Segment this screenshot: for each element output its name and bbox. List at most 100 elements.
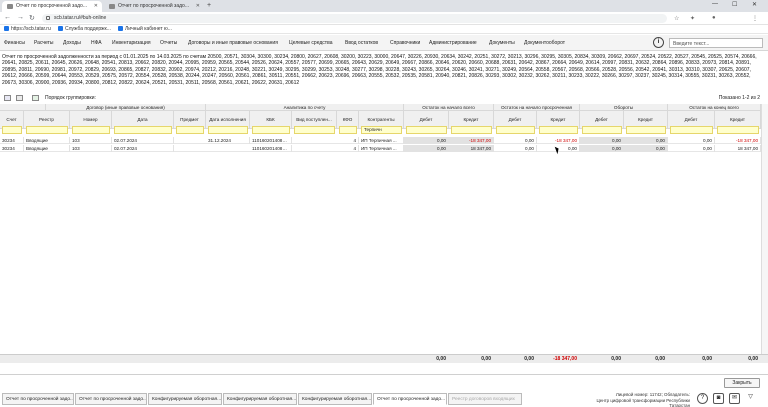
filter-input[interactable] (2, 126, 22, 134)
filter-input[interactable] (176, 126, 204, 134)
filter-input[interactable] (339, 126, 357, 134)
browser-tab-1[interactable]: Отчет по просроченной задо... ✕ (2, 1, 102, 12)
filter-input[interactable] (208, 126, 248, 134)
favicon-icon (7, 4, 13, 9)
new-tab-icon[interactable]: + (207, 2, 211, 9)
mail-icon[interactable]: ✉ (729, 393, 740, 404)
filter-input[interactable] (406, 126, 447, 134)
chevron-down-icon[interactable]: ▽ (745, 393, 756, 404)
menu-item-balances-input[interactable]: Ввод остатков (345, 40, 378, 46)
close-tab-icon[interactable]: ✕ (94, 3, 98, 9)
cell-amount: -18 347,00 (449, 137, 494, 144)
user-info: Лицевой номер: 11742; Обладатель: Центр … (580, 392, 690, 407)
help-icon[interactable]: ? (697, 393, 708, 404)
filter-input[interactable] (114, 126, 172, 134)
grouping-label[interactable]: Порядок группировки: (45, 95, 96, 101)
cell-registry: Вводящие (24, 137, 70, 144)
window-tab-active[interactable]: Отчет по просроченной задо... (373, 393, 447, 405)
close-window-icon[interactable]: ✕ (752, 1, 757, 8)
profile-icon[interactable]: ● (712, 15, 716, 21)
filter-input[interactable] (670, 126, 713, 134)
close-button[interactable]: Закрыть (724, 378, 760, 388)
menu-item-reports[interactable]: Отчеты (160, 40, 177, 46)
filter-input[interactable] (626, 126, 666, 134)
close-tab-icon[interactable]: ✕ (196, 3, 200, 9)
menu-item-contracts[interactable]: Договоры и иные правовые основания (188, 40, 278, 46)
cell-date: 02.07.2024 (112, 137, 174, 144)
export-icon[interactable] (16, 95, 23, 101)
url-text: scb.tatar.ru/#buh-online (54, 15, 107, 21)
table-row[interactable]: 30234 Вводящие 103 02.07.2024 1101602014… (0, 145, 768, 152)
totals-row: 0,00 0,00 0,00 -18 347,00 0,00 0,00 0,00… (0, 354, 768, 363)
shown-count: Показано 1-2 из 2 (718, 95, 760, 101)
vertical-scrollbar[interactable] (761, 104, 768, 363)
menu-item-inventory[interactable]: Инвентаризация (112, 40, 151, 46)
window-tab[interactable]: Отчет по просроченной задо... (2, 393, 74, 405)
table-row[interactable]: 30234 Вводящие 103 02.07.2024 31.12.2024… (0, 137, 768, 144)
window-tab[interactable]: Конфигурируемая оборотная... (223, 393, 297, 405)
group-header-closing-total: Остаток на конец всего (668, 104, 761, 111)
browser-tab-bar: Отчет по просроченной задо... ✕ Отчет по… (0, 0, 768, 12)
cell-kfo: 4 (337, 145, 359, 152)
window-tab[interactable]: Конфигурируемая оборотная... (148, 393, 222, 405)
bookmark-icon (58, 26, 63, 31)
user-info-line: Центр цифровой трансформации Республики … (596, 397, 690, 407)
browser-menu-icon[interactable]: ⋮ (752, 15, 758, 22)
camera-icon[interactable]: ◙ (713, 393, 724, 404)
search-input[interactable]: Введите текст... (669, 38, 763, 48)
report-title: Отчет по просроченной задолженности за п… (2, 54, 757, 86)
cell-due-date: 31.12.2024 (206, 137, 250, 144)
menu-item-references[interactable]: Справочники (390, 40, 420, 46)
browser-tab-label: Отчет по просроченной задо... (16, 3, 87, 9)
filter-input[interactable] (252, 126, 290, 134)
grid-settings-icon[interactable] (4, 95, 11, 101)
window-tab[interactable]: Конфигурируемая оборотная... (298, 393, 372, 405)
info-icon[interactable]: i (653, 37, 664, 48)
total-value: 0,00 (524, 356, 534, 362)
url-field[interactable]: scb.tatar.ru/#buh-online (42, 14, 667, 23)
filter-input[interactable] (582, 126, 622, 134)
filter-input[interactable] (539, 126, 578, 134)
cell-kfo: 4 (337, 137, 359, 144)
favicon-icon (109, 4, 115, 9)
filter-input[interactable] (72, 126, 110, 134)
extensions-icon[interactable]: ✦ (690, 15, 695, 22)
data-grid: Договор (иные правовые основания) Аналит… (0, 104, 768, 354)
menu-item-income[interactable]: Доходы (63, 40, 81, 46)
window-tab-disabled[interactable]: Реестр договоров входящих (448, 393, 522, 405)
cell-amount: 0,00 (624, 145, 668, 152)
menu-item-target-funds[interactable]: Целевые средства (289, 40, 332, 46)
grid-toolbar: Порядок группировки: Показано 1-2 из 2 (0, 94, 768, 103)
minimize-icon[interactable]: — (712, 1, 718, 7)
filter-input[interactable] (26, 126, 68, 134)
menu-item-settlements[interactable]: Расчеты (34, 40, 54, 46)
cell-kbk: 11016020140821... (252, 137, 292, 144)
forward-icon[interactable]: → (17, 14, 24, 21)
refresh-icon[interactable] (32, 95, 39, 101)
bookmark-star-icon[interactable]: ☆ (674, 15, 679, 22)
cell-account: 30234 (0, 137, 24, 144)
bookmark-item[interactable]: https://scb.tatar.ru (4, 26, 51, 32)
menu-item-finance[interactable]: Финансы (4, 40, 25, 46)
bookmark-item[interactable]: Служба поддержк... (58, 26, 111, 32)
total-value: -18 347,00 (553, 356, 577, 362)
group-header-turnover: Обороты (580, 104, 668, 111)
window-tab[interactable]: Отчет по просроченной задо... (75, 393, 147, 405)
filter-input[interactable] (451, 126, 492, 134)
menu-item-nfa[interactable]: НФА (91, 40, 102, 46)
counterparty-filter-input[interactable]: Терпичн (361, 126, 402, 134)
cell-amount: -18 347,00 (715, 137, 761, 144)
cell-counterparty: ИП Терпичная ... (359, 145, 404, 152)
bookmark-item[interactable]: Личный кабинет ю... (118, 26, 172, 32)
menu-item-documents[interactable]: Документы (489, 40, 515, 46)
filter-input[interactable] (717, 126, 759, 134)
menu-item-administration[interactable]: Администрирование (429, 40, 477, 46)
reload-icon[interactable]: ↻ (29, 14, 35, 22)
browser-tab-2[interactable]: Отчет по просроченной задо... ✕ (104, 1, 204, 12)
filter-input[interactable] (294, 126, 335, 134)
filter-input[interactable] (496, 126, 535, 134)
back-icon[interactable]: ← (4, 14, 11, 21)
menu-item-document-flow[interactable]: Документооборот (524, 40, 565, 46)
cell-amount: 0,00 (404, 137, 449, 144)
maximize-icon[interactable]: ☐ (732, 1, 737, 8)
